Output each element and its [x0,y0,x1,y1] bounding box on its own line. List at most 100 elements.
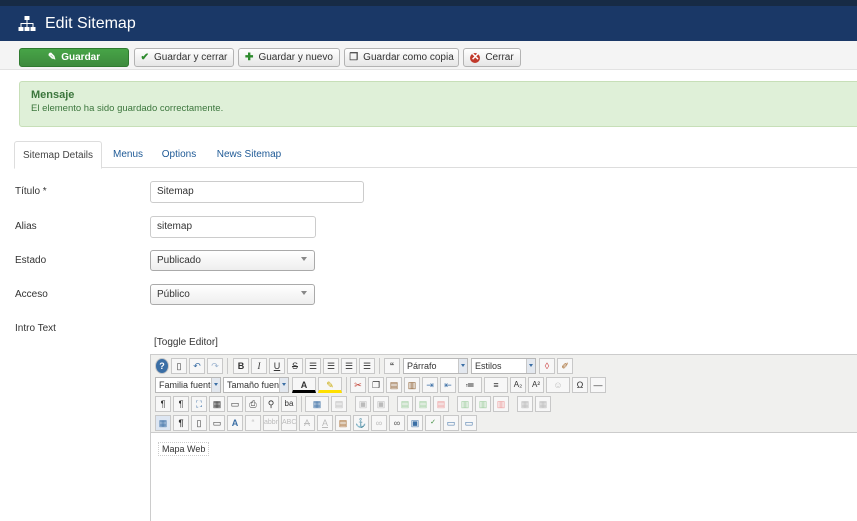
merge-cells-icon[interactable]: ▣ [373,396,389,412]
outdent-icon[interactable]: ⇤ [440,377,456,393]
styles-select[interactable]: Estilos [471,358,536,374]
tab-menus[interactable]: Menus [108,141,148,168]
strikethrough-icon[interactable]: S [287,358,303,374]
insert-col-after-icon[interactable]: ▥ [475,396,491,412]
replace-icon[interactable]: ba [281,396,297,412]
insert-file-icon[interactable]: ▯ [191,415,207,431]
subscript-icon[interactable]: A₂ [510,377,526,393]
table-icon[interactable]: ▦ [305,396,329,412]
copy-doc-icon[interactable]: ❐ [368,377,384,393]
show-blocks-icon[interactable]: ¶ [173,415,189,431]
align-justify-icon[interactable]: ☰ [305,358,321,374]
tab-news-sitemap[interactable]: News Sitemap [214,141,284,168]
eraser-icon[interactable]: ◊ [539,358,555,374]
fullscreen-icon[interactable]: ⛶ [191,396,207,412]
undo-icon[interactable]: ↶ [189,358,205,374]
alert-heading: Mensaje [31,89,75,101]
state-select[interactable]: Publicado [150,250,315,271]
cite-icon[interactable]: “ [245,415,261,431]
insert-layer-icon[interactable]: ▭ [209,415,225,431]
tab-sitemap-details[interactable]: Sitemap Details [14,141,102,169]
delete-text-icon[interactable]: A [299,415,315,431]
access-select[interactable]: Público [150,284,315,305]
italic-icon[interactable]: I [251,358,267,374]
save-new-button[interactable]: ✚ Guardar y nuevo [238,48,340,67]
rtl-icon[interactable]: ¶ [173,396,189,412]
horizontal-rule-icon[interactable]: — [590,377,606,393]
style-props-icon[interactable]: A [227,415,243,431]
abbr-icon[interactable]: abbr [263,415,279,431]
chevron-down-icon [301,291,307,295]
numbered-list-icon[interactable]: ≔ [458,377,482,393]
search-icon[interactable]: ⚲ [263,396,279,412]
bold-icon[interactable]: B [233,358,249,374]
text-color-icon[interactable]: A [292,377,316,393]
format-select-value: Párrafo [407,361,437,371]
state-select-value: Publicado [157,255,201,266]
preview-icon[interactable]: ▭ [227,396,243,412]
save-button[interactable]: ✎ Guardar [19,48,129,67]
toolbar-divider [301,396,302,412]
insert-col-before-icon[interactable]: ▥ [457,396,473,412]
anchor-icon[interactable]: ⚓ [353,415,369,431]
paste-icon[interactable]: ▤ [386,377,402,393]
cleanup-brush-icon[interactable]: ✐ [557,358,573,374]
styles-select-value: Estilos [475,361,502,371]
unlink-icon[interactable]: ∞ [371,415,387,431]
visual-aid-icon[interactable]: ▦ [155,415,171,431]
align-right-icon[interactable]: ☰ [359,358,375,374]
indent-icon[interactable]: ⇥ [422,377,438,393]
print-icon[interactable]: ⎙ [245,396,261,412]
delete-row-icon[interactable]: ▤ [433,396,449,412]
special-char-icon[interactable]: Ω [572,377,588,393]
underline-icon[interactable]: U [269,358,285,374]
tab-options[interactable]: Options [158,141,200,168]
merge-table-icon[interactable]: ▦ [535,396,551,412]
image-icon[interactable]: ▣ [407,415,423,431]
align-center-icon[interactable]: ☰ [323,358,339,374]
copy-icon: ❐ [349,51,359,63]
ltr-icon[interactable]: ¶ [155,396,171,412]
save-new-button-label: Guardar y nuevo [258,52,333,63]
cut-icon[interactable]: ✂ [350,377,366,393]
align-left-icon[interactable]: ☰ [341,358,357,374]
blockquote-icon[interactable]: “ [384,358,400,374]
save-copy-button[interactable]: ❐ Guardar como copia [344,48,459,67]
superscript-icon[interactable]: A² [528,377,544,393]
new-document-icon[interactable]: ▯ [171,358,187,374]
format-select[interactable]: Párrafo [403,358,468,374]
alias-input[interactable]: sitemap [150,216,316,238]
cell-props-icon[interactable]: ▣ [355,396,371,412]
emoticon-icon[interactable]: ☺ [546,377,570,393]
font-family-select[interactable]: Familia fuente [155,377,221,393]
toggle-editor-link[interactable]: [Toggle Editor] [154,337,218,348]
page-break-icon[interactable]: ▭ [461,415,477,431]
redo-icon[interactable]: ↷ [207,358,223,374]
help-icon[interactable]: ? [155,358,169,374]
bulleted-list-icon[interactable]: ≡ [484,377,508,393]
insert-text-icon[interactable]: A [317,415,333,431]
rich-text-editor: ? ▯ ↶ ↷ B I U S ☰ ☰ ☰ ☰ “ Párrafo Estilo… [150,354,857,521]
close-button[interactable]: ✕ Cerrar [463,48,521,67]
template-icon[interactable]: ▦ [209,396,225,412]
insert-row-before-icon[interactable]: ▤ [397,396,413,412]
spellcheck-icon[interactable]: ✓ [425,415,441,431]
page-header: Edit Sitemap [0,6,857,41]
font-size-select[interactable]: Tamaño fuente [223,377,289,393]
acronym-icon[interactable]: ABC [281,415,297,431]
editor-content-text: Mapa Web [158,442,210,456]
attributes-icon[interactable]: ▤ [335,415,351,431]
paste-text-icon[interactable]: ▥ [404,377,420,393]
title-input[interactable]: Sitemap [150,181,364,203]
check-icon: ✔ [140,51,150,63]
page-title: Edit Sitemap [45,14,136,32]
highlight-color-icon[interactable]: ✎ [318,377,342,393]
delete-col-icon[interactable]: ▥ [493,396,509,412]
save-close-button[interactable]: ✔ Guardar y cerrar [134,48,234,67]
table-row-props-icon[interactable]: ▤ [331,396,347,412]
link-icon[interactable]: ∞ [389,415,405,431]
media-icon[interactable]: ▭ [443,415,459,431]
editor-content-area[interactable]: Mapa Web [151,433,857,521]
split-cells-icon[interactable]: ▦ [517,396,533,412]
insert-row-after-icon[interactable]: ▤ [415,396,431,412]
